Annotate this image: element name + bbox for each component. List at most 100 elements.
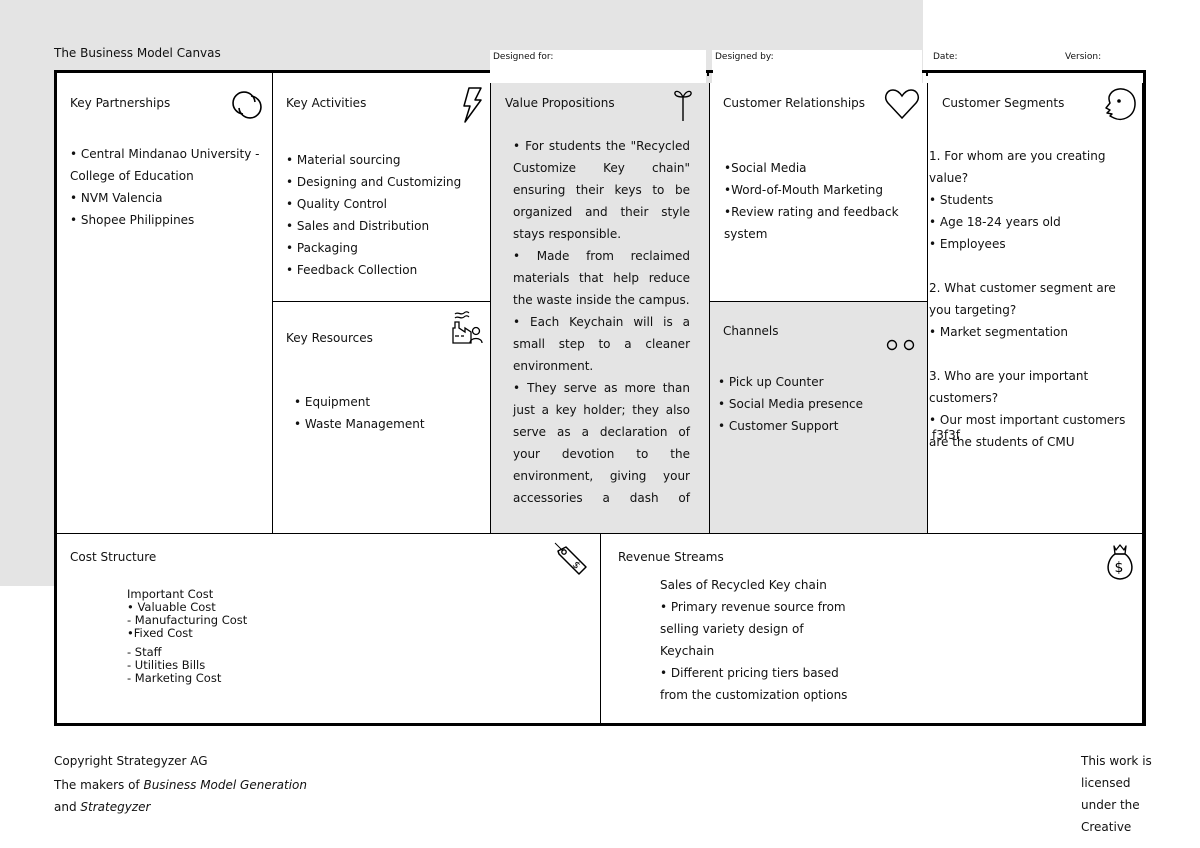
channels-title: Channels: [723, 324, 779, 338]
list-item: • Our most important customers: [929, 413, 1126, 427]
list-item: • Material sourcing: [286, 153, 401, 167]
separator-tick: [707, 70, 709, 76]
makers-book-title: Business Model Generation: [143, 778, 307, 792]
license-text: This work is licensed under the Creative: [1081, 750, 1152, 838]
license-line: under the: [1081, 798, 1140, 812]
list-item: • Customer Support: [718, 419, 839, 433]
version-label: Version:: [1065, 52, 1102, 62]
designed-by-label: Designed by:: [715, 52, 774, 62]
text-line: value?: [929, 171, 969, 185]
heart-icon: [885, 89, 919, 120]
text-line-wrapper: are the students of CMU f3f3f: [929, 428, 1139, 453]
delivery-truck-icon: [886, 339, 915, 351]
revenue-streams-title: Revenue Streams: [618, 550, 724, 564]
list-item: • Equipment: [294, 395, 371, 409]
gift-icon: [674, 90, 692, 121]
license-line: licensed: [1081, 776, 1131, 790]
text-line: 2. What customer segment are: [929, 281, 1116, 295]
revenue-streams-block: Revenue Streams $ Sales of Recycled Key …: [600, 533, 1145, 723]
makers-prefix: The makers of: [54, 778, 144, 792]
value-proposition-paragraph: • Made from reclaimed materials that hel…: [513, 249, 690, 307]
customer-segments-text: 1. For whom are you creating value? • St…: [929, 145, 1139, 453]
value-proposition-paragraph: • Each Keychain will is a small step to …: [513, 315, 690, 373]
value-propositions-text: • For students the "Recycled Customize K…: [513, 135, 690, 509]
version-field[interactable]: Version:: [1062, 50, 1146, 83]
value-propositions-title: Value Propositions: [505, 96, 615, 110]
license-line: Creative: [1081, 820, 1132, 834]
footer-left: Copyright Strategyzer AG The makers of B…: [54, 750, 307, 818]
face-icon: [1105, 88, 1136, 121]
designed-by-field[interactable]: Designed by:: [712, 50, 922, 83]
text-line: are the students of CMU: [929, 435, 1075, 449]
list-item: • Feedback Collection: [286, 263, 418, 277]
cost-structure-list: Important Cost • Valuable Cost - Manufac…: [127, 588, 427, 685]
date-field[interactable]: Date:: [930, 50, 1060, 83]
text-line: 1. For whom are you creating: [929, 149, 1106, 163]
customer-relationships-list: •Social Media •Word-of-Mouth Marketing •…: [724, 157, 924, 245]
key-activities-title: Key Activities: [286, 96, 367, 110]
list-item: • Market segmentation: [929, 325, 1068, 339]
key-resources-block: Key Resources • Equipment • Waste Manage…: [272, 301, 491, 534]
makers-text: The makers of Business Model Generation: [54, 774, 307, 796]
designed-for-label: Designed for:: [493, 52, 554, 62]
price-tag-icon: $: [554, 542, 587, 575]
cost-structure-block: Cost Structure $ Important Cost • Valuab…: [57, 533, 601, 723]
key-partnerships-list: • Central Mindanao University - College …: [70, 143, 260, 231]
key-partnerships-block: Key Partnerships • Central Mindanao Univ…: [57, 73, 273, 534]
svg-text:$: $: [570, 559, 582, 571]
channels-list: • Pick up Counter • Social Media presenc…: [718, 371, 918, 437]
customer-segments-title: Customer Segments: [942, 96, 1065, 110]
and-text: and Strategyzer: [54, 796, 307, 818]
list-item: • Sales and Distribution: [286, 219, 430, 233]
separator-tick: [1055, 70, 1062, 73]
list-item: Keychain: [660, 644, 715, 658]
list-item: • Quality Control: [286, 197, 387, 211]
customer-relationships-title: Customer Relationships: [723, 96, 866, 110]
top-border-cover: [1146, 70, 1150, 83]
list-item: • Packaging: [286, 241, 358, 255]
list-item: • Waste Management: [294, 417, 425, 431]
page-title: The Business Model Canvas: [54, 46, 221, 60]
money-bag-icon: $: [1107, 544, 1133, 580]
list-item: • NVM Valencia: [70, 191, 163, 205]
customer-relationships-block: Customer Relationships •Social Media •Wo…: [709, 83, 928, 302]
text-line: customers?: [929, 391, 999, 405]
list-item: •Social Media: [724, 161, 807, 175]
license-line: This work is: [1081, 754, 1152, 768]
value-propositions-block: Value Propositions • For students the "R…: [490, 83, 710, 534]
list-item: system: [724, 227, 768, 241]
separator-tick: [926, 70, 928, 76]
value-proposition-paragraph: • For students the "Recycled Customize K…: [513, 139, 690, 241]
and-prefix: and: [54, 800, 81, 814]
list-item: from the customization options: [660, 688, 848, 702]
key-resources-list: • Equipment • Waste Management: [294, 391, 484, 435]
channels-block: Channels • Pick up Counter • Social Medi…: [709, 301, 928, 534]
value-proposition-paragraph: • They serve as more than just a key hol…: [513, 381, 690, 505]
text-line: 3. Who are your important: [929, 369, 1089, 383]
key-resources-title: Key Resources: [286, 331, 373, 345]
list-item: •Fixed Cost: [127, 626, 193, 640]
list-item: • Primary revenue source from: [660, 600, 846, 614]
key-activities-block: Key Activities • Material sourcing • Des…: [272, 73, 491, 302]
list-item: • Social Media presence: [718, 397, 864, 411]
list-item: •Review rating and feedback: [724, 205, 899, 219]
list-item: • Pick up Counter: [718, 375, 824, 389]
text-line: you targeting?: [929, 303, 1017, 317]
date-label: Date:: [933, 52, 958, 62]
list-item: • Different pricing tiers based: [660, 666, 839, 680]
list-item: •Word-of-Mouth Marketing: [724, 183, 883, 197]
customer-segments-block: Customer Segments 1. For whom are you cr…: [927, 83, 1145, 534]
list-item: Sales of Recycled Key chain: [660, 578, 827, 592]
and-company: Strategyzer: [80, 800, 151, 814]
link-icon: [232, 91, 262, 119]
lightning-icon: [463, 87, 482, 123]
list-item: - Marketing Cost: [127, 671, 222, 685]
revenue-streams-list: Sales of Recycled Key chain • Primary re…: [660, 574, 910, 706]
list-item: • Students: [929, 193, 994, 207]
cost-structure-title: Cost Structure: [70, 550, 157, 564]
list-item: • Age 18-24 years old: [929, 215, 1061, 229]
overlay-text: f3f3f: [932, 428, 960, 442]
designed-for-field[interactable]: Designed for:: [490, 50, 706, 83]
svg-text:$: $: [1115, 560, 1124, 576]
